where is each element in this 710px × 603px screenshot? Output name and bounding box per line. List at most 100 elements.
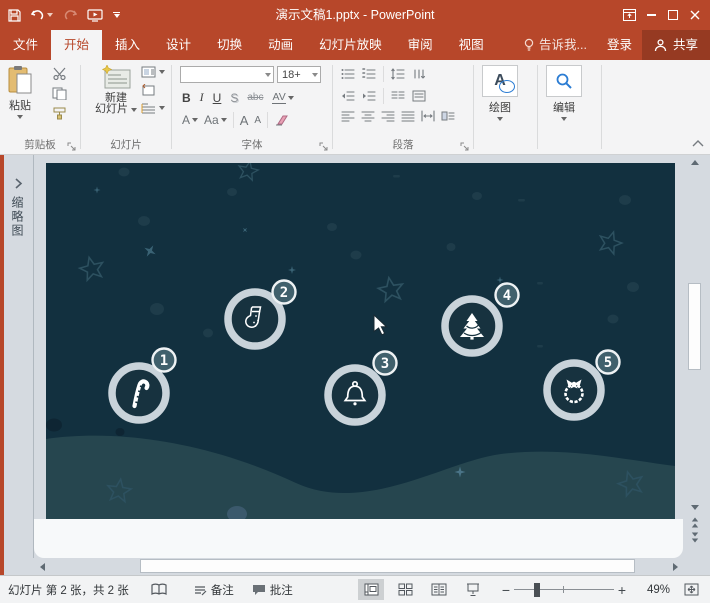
distribute-icon[interactable] bbox=[421, 110, 435, 122]
horizontal-scrollbar[interactable] bbox=[34, 558, 683, 575]
item-2-ring[interactable] bbox=[228, 292, 282, 346]
editing-button[interactable]: 编辑 bbox=[546, 65, 582, 121]
align-left-icon[interactable] bbox=[341, 110, 355, 122]
expand-thumbnails-icon[interactable] bbox=[14, 178, 23, 189]
tab-file[interactable]: 文件 bbox=[0, 30, 51, 60]
slide-item-1-badge[interactable]: 1 bbox=[153, 349, 176, 372]
item-5-ring[interactable] bbox=[547, 363, 601, 417]
next-slide-icon[interactable] bbox=[691, 532, 699, 543]
start-slideshow-icon[interactable] bbox=[87, 9, 103, 22]
normal-view-button[interactable] bbox=[358, 579, 384, 600]
slide-item-5-badge[interactable]: 5 bbox=[597, 351, 620, 374]
slide-item-3[interactable] bbox=[328, 368, 382, 422]
slide-canvas[interactable]: 1 2 3 bbox=[46, 163, 675, 519]
scroll-right-icon[interactable] bbox=[667, 559, 683, 574]
decrease-indent-icon[interactable] bbox=[341, 90, 355, 102]
slideshow-view-button[interactable] bbox=[460, 579, 486, 600]
font-size-combo[interactable]: 18+ bbox=[277, 66, 321, 83]
ribbon-display-options-icon[interactable] bbox=[618, 0, 640, 30]
tab-design[interactable]: 设计 bbox=[153, 30, 204, 60]
text-shadow-button[interactable]: S bbox=[230, 91, 238, 105]
drawing-dropdown-icon[interactable] bbox=[497, 117, 503, 121]
horizontal-scroll-track[interactable] bbox=[50, 558, 667, 575]
align-right-icon[interactable] bbox=[381, 110, 395, 122]
format-painter-icon[interactable] bbox=[52, 107, 67, 120]
bold-button[interactable]: B bbox=[182, 91, 191, 105]
font-color-button[interactable]: A bbox=[182, 113, 198, 127]
layout-button[interactable] bbox=[141, 66, 165, 78]
horizontal-scroll-thumb[interactable] bbox=[140, 559, 635, 573]
cut-icon[interactable] bbox=[52, 67, 67, 80]
paste-button[interactable]: 粘贴 bbox=[7, 65, 33, 119]
zoom-level[interactable]: 49% bbox=[638, 584, 670, 596]
scroll-down-icon[interactable] bbox=[687, 500, 703, 515]
align-text-icon[interactable] bbox=[412, 90, 426, 102]
new-slide-button[interactable]: 新建 幻灯片 bbox=[95, 65, 137, 115]
paste-dropdown-icon[interactable] bbox=[17, 115, 23, 119]
maximize-button[interactable] bbox=[662, 0, 684, 30]
slide-item-4[interactable] bbox=[445, 299, 499, 353]
pane-divider[interactable] bbox=[33, 155, 34, 558]
collapse-ribbon-icon[interactable] bbox=[692, 140, 704, 147]
italic-button[interactable]: I bbox=[200, 90, 204, 105]
proofing-icon[interactable] bbox=[151, 583, 167, 596]
slide-sorter-view-button[interactable] bbox=[392, 579, 418, 600]
font-name-combo[interactable] bbox=[180, 66, 274, 83]
align-center-icon[interactable] bbox=[361, 110, 375, 122]
shrink-font-button[interactable]: A bbox=[254, 115, 261, 126]
justify-icon[interactable] bbox=[401, 110, 415, 122]
slide-item-3-badge[interactable]: 3 bbox=[374, 352, 397, 375]
thumbnail-pane-label[interactable]: 缩略图 bbox=[9, 196, 26, 238]
tab-insert[interactable]: 插入 bbox=[102, 30, 153, 60]
slide-item-1[interactable] bbox=[112, 366, 166, 420]
comments-button[interactable]: 批注 bbox=[252, 582, 293, 598]
item-3-ring[interactable] bbox=[328, 368, 382, 422]
tab-home[interactable]: 开始 bbox=[51, 30, 102, 60]
previous-slide-icon[interactable] bbox=[691, 517, 699, 528]
slide-item-5[interactable] bbox=[547, 363, 601, 417]
increase-indent-icon[interactable] bbox=[362, 90, 376, 102]
editing-dropdown-icon[interactable] bbox=[561, 117, 567, 121]
section-button[interactable] bbox=[141, 102, 165, 114]
text-direction-icon[interactable] bbox=[412, 68, 426, 80]
font-dialog-launcher-icon[interactable] bbox=[319, 142, 328, 151]
slide-number-indicator[interactable]: 幻灯片 第 2 张，共 2 张 bbox=[8, 582, 129, 598]
customize-qat-icon[interactable] bbox=[113, 12, 120, 18]
sign-in-button[interactable]: 登录 bbox=[597, 30, 642, 60]
zoom-slider[interactable] bbox=[514, 583, 614, 597]
tab-transitions[interactable]: 切换 bbox=[204, 30, 255, 60]
scroll-left-icon[interactable] bbox=[34, 559, 50, 574]
vertical-scroll-thumb[interactable] bbox=[688, 283, 701, 370]
bullet-list-icon[interactable] bbox=[341, 68, 355, 80]
line-spacing-icon[interactable] bbox=[391, 68, 405, 80]
grow-font-button[interactable]: A bbox=[240, 113, 249, 128]
zoom-in-button[interactable]: + bbox=[614, 582, 630, 598]
paragraph-dialog-launcher-icon[interactable] bbox=[460, 142, 469, 151]
tell-me-box[interactable]: 告诉我... bbox=[514, 30, 597, 60]
change-case-button[interactable]: Aa bbox=[204, 113, 227, 127]
fit-to-window-button[interactable] bbox=[678, 579, 704, 600]
notes-button[interactable]: 备注 bbox=[193, 582, 234, 598]
clear-formatting-icon[interactable] bbox=[274, 114, 289, 126]
reading-view-button[interactable] bbox=[426, 579, 452, 600]
close-button[interactable] bbox=[684, 0, 706, 30]
tab-animations[interactable]: 动画 bbox=[255, 30, 306, 60]
character-spacing-button[interactable]: AV bbox=[272, 91, 293, 104]
save-icon[interactable] bbox=[8, 9, 21, 22]
clipboard-dialog-launcher-icon[interactable] bbox=[67, 142, 76, 151]
minimize-button[interactable] bbox=[640, 0, 662, 30]
smartart-icon[interactable] bbox=[441, 110, 455, 122]
copy-icon[interactable] bbox=[52, 87, 67, 100]
vertical-scrollbar[interactable] bbox=[687, 155, 703, 515]
zoom-slider-thumb[interactable] bbox=[534, 583, 540, 597]
drawing-button[interactable]: A 绘图 bbox=[482, 65, 518, 121]
reset-slide-icon[interactable] bbox=[141, 84, 156, 96]
scroll-up-icon[interactable] bbox=[687, 155, 703, 170]
slide-item-2[interactable] bbox=[228, 292, 282, 346]
undo-button[interactable] bbox=[31, 9, 53, 21]
strikethrough-button[interactable]: abc bbox=[247, 92, 263, 103]
undo-dropdown-icon[interactable] bbox=[47, 13, 53, 17]
numbered-list-icon[interactable] bbox=[362, 68, 376, 80]
slide-item-4-badge[interactable]: 4 bbox=[496, 284, 519, 307]
tab-slideshow[interactable]: 幻灯片放映 bbox=[306, 30, 395, 60]
